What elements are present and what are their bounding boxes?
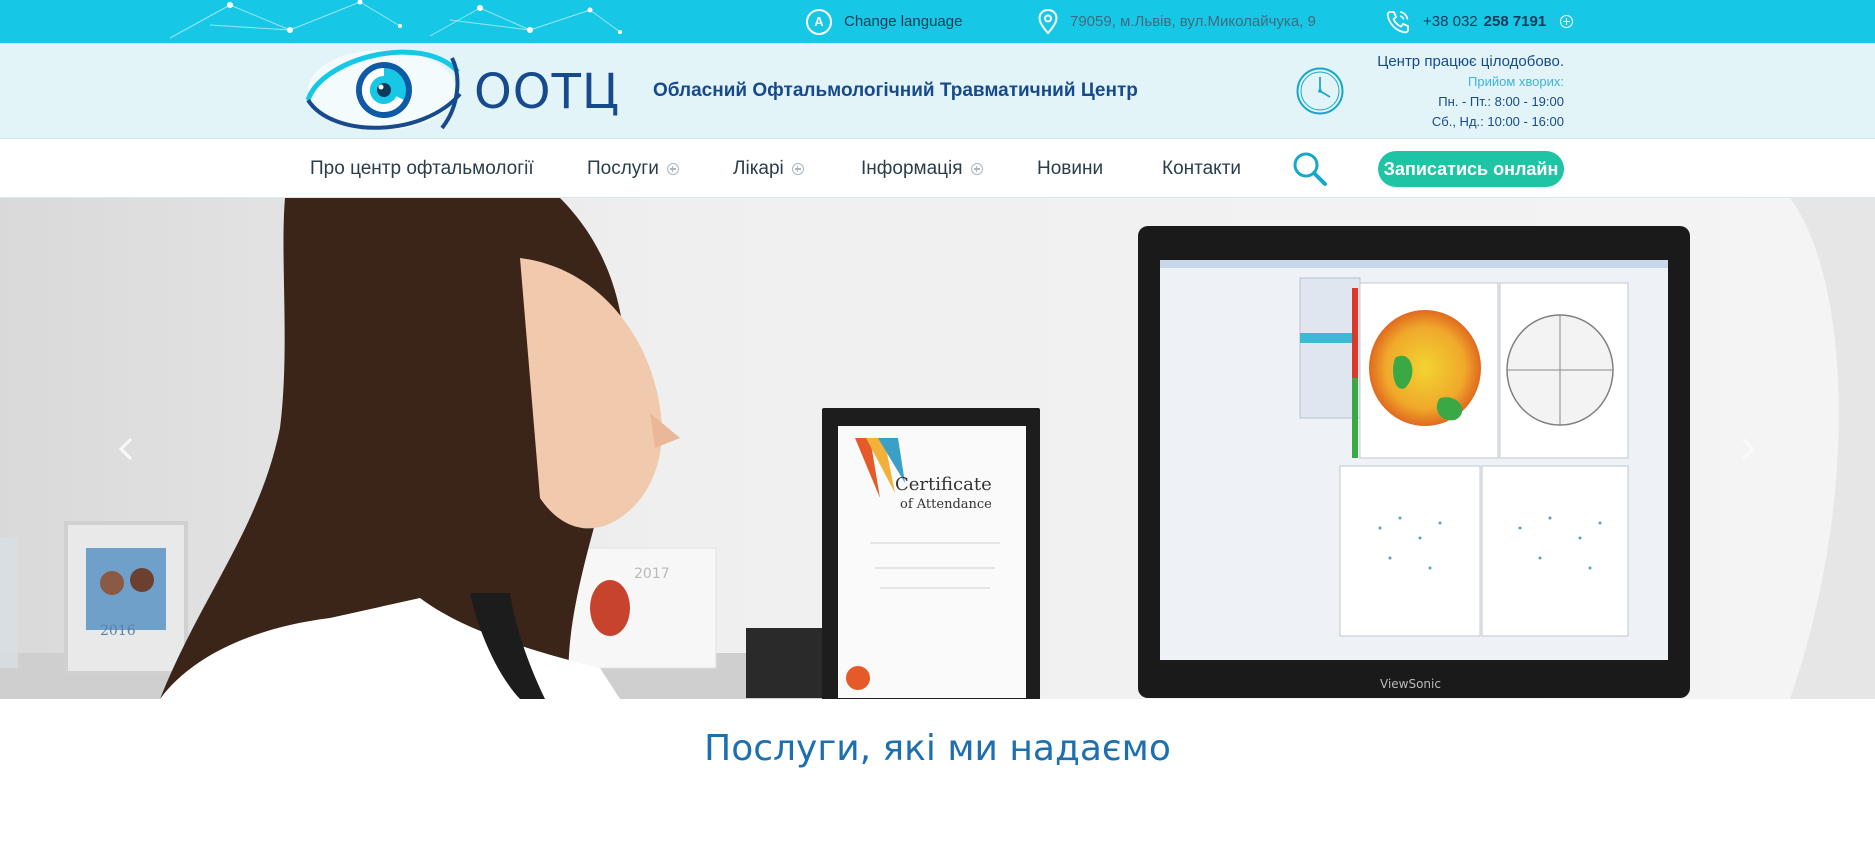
nav-item-label: Новини [1037, 158, 1104, 179]
top-bar: A Change language 79059, м.Львів, вул.Ми… [0, 0, 1875, 43]
language-icon: A [806, 8, 832, 35]
hours-line-weekend: Сб., Нд.: 10:00 - 16:00 [1431, 114, 1564, 129]
nav-item-label: Інформація [861, 158, 963, 179]
photo-year: 2016 [100, 623, 136, 639]
search-icon[interactable] [1291, 150, 1329, 188]
clock-icon [1296, 67, 1344, 115]
expand-plus-icon [666, 163, 679, 175]
network-decoration [169, 0, 622, 39]
nav-item-services[interactable]: Послуги [587, 140, 679, 198]
nav-item-information[interactable]: Інформація [861, 140, 983, 198]
center-name: Обласний Офтальмологічний Травматичний Ц… [653, 80, 1138, 101]
nav-item-news[interactable]: Новини [1037, 140, 1103, 198]
expand-plus-icon [970, 163, 983, 175]
book-online-button[interactable]: Записатись онлайн [1378, 151, 1564, 187]
phone-number: 258 7191 [1483, 13, 1547, 30]
nav-item-doctors[interactable]: Лікарі [733, 140, 804, 198]
eye-logo-icon[interactable] [302, 38, 466, 146]
map-pin-icon [1038, 8, 1058, 34]
nav-item-label: Про центр офтальмології [310, 158, 534, 179]
slider-next-arrow-icon[interactable] [1732, 434, 1762, 464]
hours-line-24h: Центр працює цілодобово. [1377, 53, 1564, 70]
nav-item-label: Послуги [587, 158, 659, 179]
change-language-link[interactable]: A Change language [806, 0, 962, 43]
nav-item-label: Контакти [1162, 158, 1242, 179]
nav-item-about[interactable]: Про центр офтальмології [310, 140, 534, 198]
expand-plus-icon [791, 163, 804, 175]
main-nav: Про центр офтальмології Послуги Лікарі І… [0, 140, 1875, 198]
services-section-title: Послуги, які ми надаємо [704, 728, 1171, 769]
address: 79059, м.Львів, вул.Миколайчука, 9 [1038, 0, 1316, 43]
monitor-brand: ViewSonic [1380, 677, 1441, 691]
hero-image: 2016 2017 Certificate of Attendance View… [0, 198, 1875, 699]
change-language-label: Change language [844, 13, 963, 30]
hero-slider: 2016 2017 Certificate of Attendance View… [0, 198, 1875, 699]
address-text: 79059, м.Львів, вул.Миколайчука, 9 [1070, 13, 1316, 30]
calendar-year: 2017 [634, 566, 670, 582]
logo-text[interactable]: ООТЦ [474, 64, 620, 120]
hours-line-reception: Прийом хворих: [1468, 74, 1564, 89]
phone-icon [1386, 10, 1409, 33]
working-hours: Центр працює цілодобово. Прийом хворих: … [1377, 52, 1564, 132]
nav-item-label: Лікарі [733, 158, 784, 179]
phone-prefix: +38 032 [1423, 13, 1478, 30]
slider-prev-arrow-icon[interactable] [112, 434, 142, 464]
certificate-title: Certificate [895, 474, 992, 495]
nav-item-contacts[interactable]: Контакти [1162, 140, 1241, 198]
phone-link[interactable]: +38 032 258 7191 [1385, 0, 1574, 43]
hours-line-weekdays: Пн. - Пт.: 8:00 - 19:00 [1438, 94, 1564, 109]
certificate-subtitle: of Attendance [900, 497, 992, 512]
phone-expand-icon[interactable] [1560, 15, 1574, 28]
